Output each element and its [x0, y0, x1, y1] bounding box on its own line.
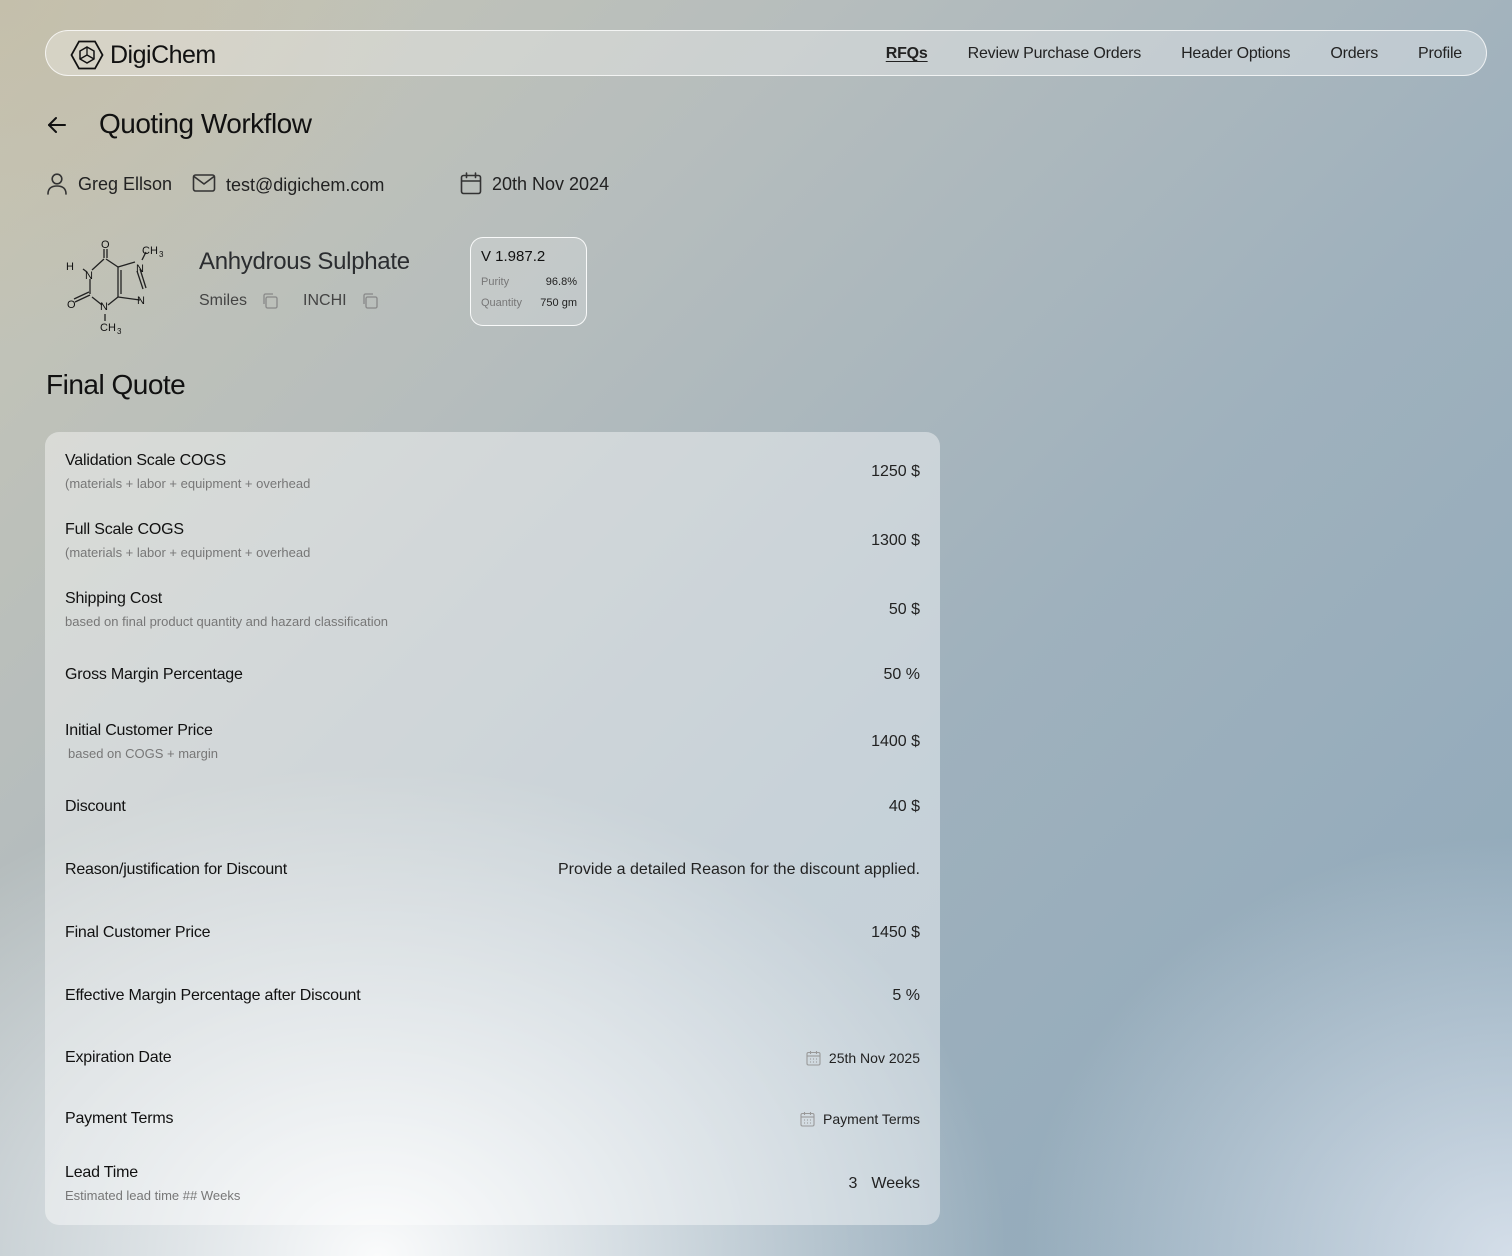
atom-o-top: O — [101, 239, 110, 251]
quote-row-value[interactable]: 1450 $ — [871, 924, 920, 942]
quote-row-value[interactable]: 5 % — [892, 987, 920, 1005]
quote-row-sub: based on final product quantity and haza… — [65, 614, 389, 629]
quote-row-sub: Estimated lead time ## Weeks — [65, 1188, 241, 1203]
smiles-label: Smiles — [199, 292, 248, 309]
quote-row: Validation Scale COGS (materials + labor… — [65, 452, 920, 491]
purity-value: 96.8% — [545, 276, 577, 288]
quote-row-value[interactable]: 1300 $ — [871, 532, 920, 550]
request-date-text: 20th Nov 2024 — [492, 173, 610, 194]
logo[interactable]: DigiChem — [70, 40, 216, 70]
quote-row: Final Customer Price 1450 $ — [65, 924, 920, 942]
quote-row: Shipping Cost based on final product qua… — [65, 590, 920, 629]
quote-row: Payment Terms Payment Terms — [65, 1110, 920, 1128]
methyl-bottom-label: CH — [100, 322, 116, 334]
atom-h: H — [66, 261, 74, 273]
quote-row: Reason/justification for Discount Provid… — [65, 861, 920, 879]
quote-row-sub: (materials + labor + equipment + overhea… — [65, 476, 311, 491]
quote-row-value[interactable]: 1250 $ — [871, 463, 920, 481]
quote-row-value[interactable]: 40 $ — [889, 798, 920, 816]
nav-header-options[interactable]: Header Options — [1181, 45, 1290, 63]
version-card[interactable]: V 1.987.2 Purity 96.8% Quantity 750 gm — [470, 237, 587, 326]
quote-row-label: Discount — [65, 798, 126, 815]
nav-rfqs[interactable]: RFQs — [886, 45, 928, 63]
discount-reason-field[interactable]: Provide a detailed Reason for the discou… — [558, 861, 920, 879]
quote-row-label: Payment Terms — [65, 1110, 174, 1127]
quote-row-label: Expiration Date — [65, 1049, 172, 1066]
app-name: DigiChem — [110, 40, 216, 69]
top-nav: DigiChem RFQs Review Purchase Orders Hea… — [45, 30, 1487, 76]
atom-n-right-top: N — [136, 263, 144, 275]
compound-name: Anhydrous Sulphate — [199, 248, 410, 275]
quote-row-label: Effective Margin Percentage after Discou… — [65, 987, 361, 1004]
quote-row: Lead Time Estimated lead time ## Weeks 3… — [65, 1164, 920, 1203]
customer-name-text: Greg Ellson — [78, 173, 173, 194]
methyl-bottom-subscript: 3 — [117, 327, 122, 336]
calendar-icon — [460, 172, 482, 195]
nav-review-purchase-orders[interactable]: Review Purchase Orders — [968, 45, 1142, 63]
expiration-date-picker[interactable]: 25th Nov 2025 — [806, 1050, 920, 1066]
nav-profile[interactable]: Profile — [1418, 45, 1462, 63]
quantity-value: 750 gm — [540, 297, 577, 309]
lead-time-field[interactable]: 3 Weeks — [848, 1175, 920, 1193]
quote-row: Effective Margin Percentage after Discou… — [65, 987, 920, 1005]
atom-n-right-bottom: N — [137, 295, 145, 307]
quote-row-label: Full Scale COGS — [65, 521, 184, 538]
mail-icon — [192, 173, 216, 192]
quote-row-label: Final Customer Price — [65, 924, 211, 941]
copy-smiles-icon[interactable] — [261, 292, 279, 310]
quote-row: Discount 40 $ — [65, 798, 920, 816]
quote-row-value[interactable]: 50 $ — [889, 601, 920, 619]
customer-email-text: test@digichem.com — [226, 175, 385, 195]
back-arrow-icon[interactable] — [46, 114, 68, 136]
request-date: 20th Nov 2024 — [460, 172, 609, 196]
quote-row-label: Gross Margin Percentage — [65, 666, 243, 683]
hexagon-cube-icon — [70, 40, 104, 70]
quote-row-sub: based on COGS + margin — [68, 746, 218, 761]
payment-terms-picker[interactable]: Payment Terms — [800, 1111, 920, 1127]
quantity-label: Quantity — [481, 297, 522, 309]
quote-row-label: Validation Scale COGS — [65, 452, 226, 469]
quote-row-label: Shipping Cost — [65, 590, 163, 607]
lead-time-value[interactable]: 3 — [848, 1175, 857, 1193]
customer-name: Greg Ellson — [46, 172, 172, 196]
lead-time-unit: Weeks — [871, 1174, 920, 1192]
atom-n-bottom: N — [100, 301, 108, 313]
payment-terms-value: Payment Terms — [823, 1111, 920, 1127]
quote-row-label: Lead Time — [65, 1164, 138, 1181]
quote-row-value[interactable]: 50 % — [884, 666, 920, 684]
methyl-top-subscript: 3 — [159, 250, 164, 259]
user-icon — [47, 173, 67, 195]
calendar-icon — [800, 1112, 815, 1127]
molecule-structure-image: O N H O N N N CH 3 CH 3 — [66, 239, 164, 336]
nav-orders[interactable]: Orders — [1330, 45, 1378, 63]
quote-row: Expiration Date 25th Nov 2025 — [65, 1049, 920, 1067]
inchi-label: INCHI — [303, 292, 347, 309]
compound-identifiers: Smiles INCHI — [199, 292, 403, 310]
atom-o-bottom: O — [67, 299, 76, 311]
calendar-icon — [806, 1051, 821, 1066]
quote-row-sub: (materials + labor + equipment + overhea… — [65, 545, 311, 560]
final-quote-card: Validation Scale COGS (materials + labor… — [45, 432, 940, 1225]
quote-row: Gross Margin Percentage 50 % — [65, 666, 920, 684]
quote-row: Initial Customer Price based on COGS + m… — [65, 722, 920, 761]
quote-row: Full Scale COGS (materials + labor + equ… — [65, 521, 920, 560]
atom-n-left: N — [85, 270, 93, 282]
customer-email: test@digichem.com — [192, 172, 385, 195]
page-title: Quoting Workflow — [99, 108, 312, 139]
purity-label: Purity — [481, 276, 510, 288]
quote-row-value[interactable]: 1400 $ — [871, 733, 920, 751]
version-label: V 1.987.2 — [481, 248, 546, 265]
methyl-top-label: CH — [142, 245, 158, 257]
section-title-final-quote: Final Quote — [46, 369, 186, 400]
copy-inchi-icon[interactable] — [361, 292, 379, 310]
expiration-date-value: 25th Nov 2025 — [828, 1050, 920, 1066]
quote-row-label: Reason/justification for Discount — [65, 861, 287, 878]
quote-row-label: Initial Customer Price — [65, 722, 213, 739]
